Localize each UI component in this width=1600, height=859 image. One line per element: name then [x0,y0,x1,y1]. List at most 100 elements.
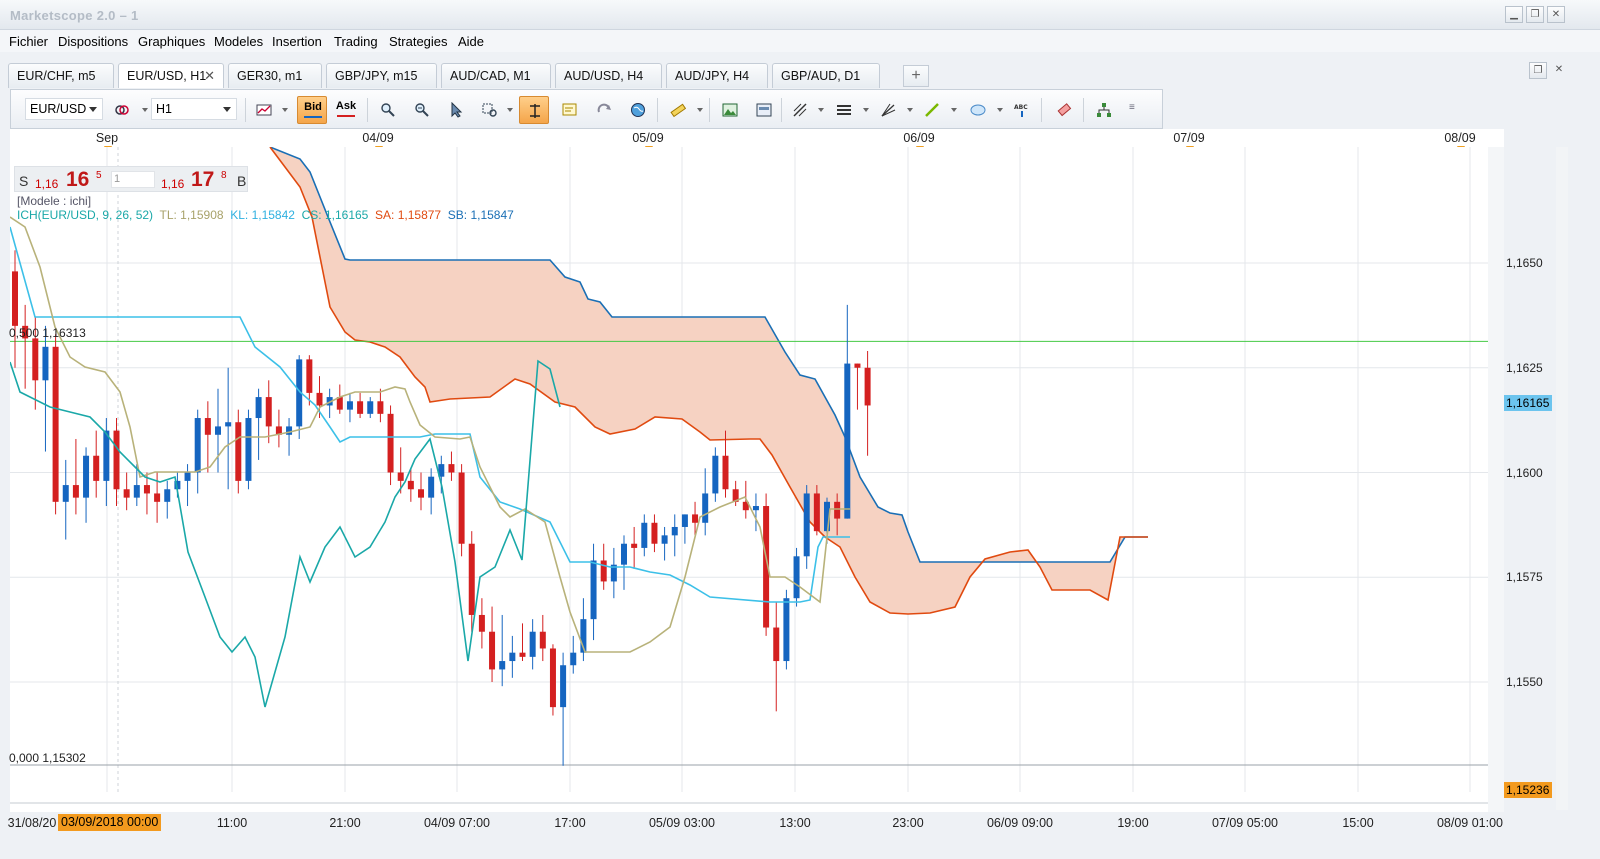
candle-body [864,367,871,406]
globe-icon[interactable] [623,96,653,124]
menu-dispositions[interactable]: Dispositions [58,34,128,49]
candle-body [489,631,496,670]
line-tool-icon[interactable] [917,96,947,124]
link-icon[interactable] [589,96,619,124]
text-tool-icon[interactable]: ABC [1007,96,1037,124]
trend-tools-icon[interactable] [785,96,815,124]
crosshair-button[interactable] [519,96,549,124]
chevron-down-icon[interactable] [907,108,913,112]
tab-aud-jpy-h4[interactable]: AUD/JPY, H4 [666,63,768,88]
candle-body [773,627,780,662]
buy-price-prefix[interactable]: 1,16 [161,177,184,191]
tab-gbp-aud-d1[interactable]: GBP/AUD, D1 [772,63,880,88]
chart-canvas[interactable] [10,147,1504,812]
pointer-icon[interactable] [441,96,471,124]
sell-price-pips[interactable]: 16 [66,168,89,192]
toolbar-overflow-icon[interactable]: ≡ [1129,102,1135,113]
picture-icon[interactable] [715,96,745,124]
tab-eur-chf-m5[interactable]: EUR/CHF, m5 [8,63,114,88]
sell-price-fraction: 5 [96,170,102,181]
chart-toolbar: EUR/USD H1 Bid Ask ABC ≡ [10,89,1163,129]
tab-eur-usd-h1[interactable]: EUR/USD, H1 ✕ [118,63,224,88]
menu-fichier[interactable]: Fichier [9,34,48,49]
menu-aide[interactable]: Aide [458,34,484,49]
menu-graphiques[interactable]: Graphiques [138,34,205,49]
toolbar-separator [657,98,658,122]
candle-body [499,661,506,670]
tab-aud-cad-m1[interactable]: AUD/CAD, M1 [441,63,551,88]
buy-price-pips[interactable]: 17 [191,168,214,192]
sell-letter[interactable]: S [19,173,28,189]
time-tick: 08/09 01:00 [1436,816,1504,830]
tab-gbp-jpy-m15[interactable]: GBP/JPY, m15 [326,63,437,88]
chevron-down-icon[interactable] [818,108,824,112]
time-tick: 07/09 05:00 [1211,816,1279,830]
candle-body [387,413,394,473]
zoom-in-icon[interactable] [373,96,403,124]
timeframe-select[interactable]: H1 [151,98,237,120]
fibonacci-icon[interactable] [873,96,903,124]
candle-body [245,418,252,481]
close-tab-icon[interactable]: ✕ [204,68,215,84]
time-tick: 04/09 07:00 [423,816,491,830]
horizontal-lines-icon[interactable] [829,96,859,124]
tab-aud-usd-h4[interactable]: AUD/USD, H4 [555,63,662,88]
ask-button[interactable]: Ask [331,96,361,124]
chevron-down-icon[interactable] [507,108,513,112]
title-bar: Marketscope 2.0 – 1 ▁ ❐ ✕ [0,0,1600,30]
candle-body [346,401,353,410]
compare-icon[interactable] [107,96,137,124]
cursor-time-tag: 03/09/2018 00:00 [58,814,162,831]
svg-text:ABC: ABC [1014,104,1028,111]
zoom-area-icon[interactable] [475,96,505,124]
price-tick: 1,1625 [1506,361,1543,375]
menu-insertion[interactable]: Insertion [272,34,322,49]
chart-type-icon[interactable] [249,96,279,124]
bid-button[interactable]: Bid [297,96,327,124]
lot-input[interactable]: 1 [111,171,155,188]
symbol-select[interactable]: EUR/USD [25,98,103,120]
candle-body [418,489,424,498]
candle-body [255,397,262,419]
chevron-down-icon[interactable] [697,108,703,112]
candle-body [32,338,39,381]
chevron-down-icon[interactable] [863,108,869,112]
candle-body [519,652,526,657]
tab-label: GBP/AUD, D1 [781,69,861,83]
bid-label: Bid [304,101,322,113]
menu-trading[interactable]: Trading [334,34,378,49]
buy-letter[interactable]: B [237,173,246,189]
candle-body [549,648,556,708]
chart-close-icon[interactable]: ✕ [1550,62,1568,79]
ichimoku-legend[interactable]: ICH(EUR/USD, 9, 26, 52) TL: 1,15908 KL: … [17,208,514,222]
time-tick: 31/08/20 [7,816,57,830]
ichimoku-kl: KL: 1,15842 [230,208,295,222]
tab-ger30-m1[interactable]: GER30, m1 [228,63,322,88]
ichimoku-tl: TL: 1,15908 [159,208,224,222]
chevron-down-icon[interactable] [951,108,957,112]
chevron-down-icon[interactable] [997,108,1003,112]
add-tab-button[interactable]: + [903,65,929,87]
template-icon[interactable] [749,96,779,124]
ellipse-tool-icon[interactable] [963,96,993,124]
data-window-icon[interactable] [555,96,585,124]
candle-body [854,363,861,368]
sell-price-prefix[interactable]: 1,16 [35,177,58,191]
chevron-down-icon[interactable] [282,108,288,112]
restore-icon[interactable]: ❐ [1526,6,1544,23]
toolbar-separator [1041,98,1042,122]
menu-strategies[interactable]: Strategies [389,34,448,49]
minimize-icon[interactable]: ▁ [1505,6,1523,23]
chart-restore-icon[interactable]: ❐ [1529,62,1547,79]
ruler-icon[interactable] [663,96,693,124]
zoom-out-icon[interactable] [407,96,437,124]
vertical-scrollbar[interactable] [1556,147,1568,810]
price-chart[interactable] [10,147,1504,812]
structure-icon[interactable] [1089,96,1119,124]
eraser-icon[interactable] [1049,96,1079,124]
menu-modeles[interactable]: Modeles [214,34,263,49]
ask-label: Ask [335,100,357,112]
chevron-down-icon[interactable] [142,108,148,112]
candle-body [671,526,678,536]
close-icon[interactable]: ✕ [1547,6,1565,23]
